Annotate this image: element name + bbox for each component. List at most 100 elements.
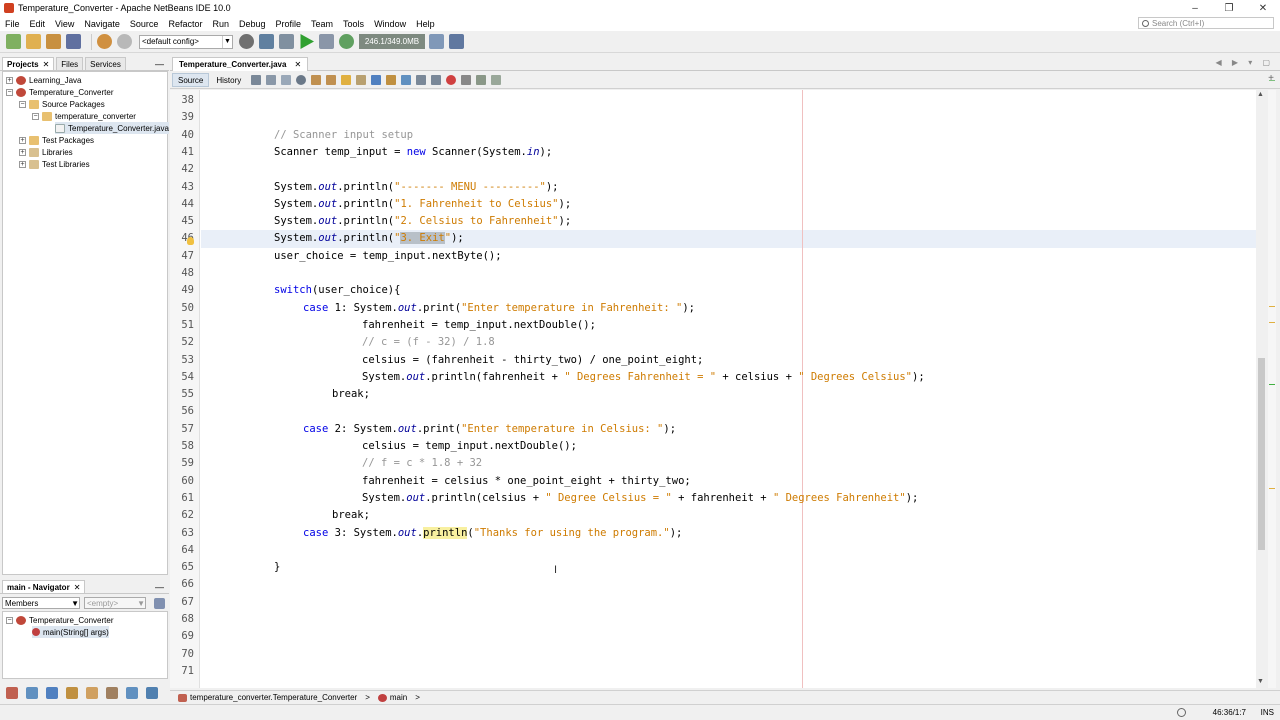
fqn-icon[interactable] bbox=[106, 687, 118, 699]
tree-item-libraries[interactable]: + Libraries bbox=[19, 146, 73, 158]
breadcrumb-method[interactable]: main bbox=[377, 693, 407, 702]
tab-navigator[interactable]: main - Navigator ✕ bbox=[2, 580, 86, 593]
menu-navigate[interactable]: Navigate bbox=[79, 19, 125, 29]
members-select[interactable]: Members ▼ bbox=[2, 597, 80, 609]
config-select[interactable]: <default config> ▼ bbox=[139, 34, 233, 49]
scroll-up-icon[interactable]: ▲ bbox=[1257, 91, 1264, 98]
breadcrumb-class[interactable]: temperature_converter.Temperature_Conver… bbox=[178, 693, 357, 702]
debug-icon[interactable] bbox=[319, 34, 334, 49]
restore-button[interactable]: ❐ bbox=[1212, 0, 1246, 16]
menu-refactor[interactable]: Refactor bbox=[163, 19, 207, 29]
order-icon[interactable] bbox=[126, 687, 138, 699]
menu-file[interactable]: File bbox=[0, 19, 25, 29]
stripe-mark[interactable] bbox=[1269, 488, 1275, 489]
menu-view[interactable]: View bbox=[50, 19, 79, 29]
prev-bookmark-icon[interactable] bbox=[371, 75, 382, 85]
fields-icon[interactable] bbox=[26, 687, 38, 699]
redo-icon[interactable] bbox=[117, 34, 132, 49]
filter-icon[interactable] bbox=[154, 597, 165, 609]
minimize-icon[interactable]: — bbox=[155, 582, 164, 592]
profiler-snapshot-icon[interactable] bbox=[449, 34, 464, 49]
close-icon[interactable]: ✕ bbox=[43, 60, 50, 69]
menu-source[interactable]: Source bbox=[125, 19, 164, 29]
sort-icon[interactable] bbox=[6, 687, 18, 699]
empty-select[interactable]: <empty> ▼ bbox=[84, 597, 146, 609]
clean-build-icon[interactable] bbox=[279, 34, 294, 49]
stripe-mark[interactable] bbox=[1269, 322, 1275, 323]
expander-icon[interactable]: + bbox=[6, 76, 13, 84]
back-icon[interactable] bbox=[266, 75, 277, 85]
tab-files[interactable]: Files bbox=[56, 57, 84, 70]
scrollbar-thumb[interactable] bbox=[1258, 358, 1265, 550]
expander-icon[interactable]: − bbox=[6, 88, 13, 96]
stripe-mark[interactable] bbox=[1269, 306, 1275, 307]
build-icon[interactable] bbox=[259, 34, 274, 49]
tab-temperature-converter-java[interactable]: Temperature_Converter.java ✕ bbox=[172, 57, 309, 71]
rectangular-selection-icon[interactable] bbox=[356, 75, 367, 85]
close-icon[interactable]: ✕ bbox=[294, 60, 301, 69]
source-view-button[interactable]: Source bbox=[172, 73, 210, 87]
forward-icon[interactable] bbox=[281, 75, 292, 85]
tree-item-learning-java[interactable]: + Learning_Java bbox=[6, 74, 81, 86]
javadoc-icon[interactable] bbox=[146, 687, 158, 699]
tree-item-temperature-converter[interactable]: − Temperature_Converter bbox=[6, 86, 113, 98]
expander-icon[interactable]: − bbox=[6, 616, 13, 624]
menu-window[interactable]: Window bbox=[369, 19, 411, 29]
lock-icon[interactable] bbox=[66, 687, 78, 699]
history-view-button[interactable]: History bbox=[211, 73, 246, 87]
menu-team[interactable]: Team bbox=[306, 19, 338, 29]
undo-icon[interactable] bbox=[97, 34, 112, 49]
stripe-mark[interactable] bbox=[1269, 80, 1275, 81]
menu-tools[interactable]: Tools bbox=[338, 19, 369, 29]
target-icon[interactable] bbox=[239, 34, 254, 49]
stripe-mark[interactable] bbox=[1269, 384, 1275, 385]
toggle-highlight-icon[interactable] bbox=[341, 75, 352, 85]
split-editor-icon[interactable]: + bbox=[1268, 73, 1274, 84]
code-editor[interactable]: 38 39 40 41 42 43 44 45 46 47 48 49 50 5… bbox=[170, 90, 1256, 688]
notifications-icon[interactable] bbox=[1177, 708, 1186, 717]
find-icon[interactable] bbox=[296, 75, 307, 85]
new-project-icon[interactable] bbox=[26, 34, 41, 49]
scroll-down-icon[interactable]: ▼ bbox=[1257, 678, 1264, 685]
open-project-icon[interactable] bbox=[46, 34, 61, 49]
stop-macro-icon[interactable] bbox=[461, 75, 472, 85]
menu-edit[interactable]: Edit bbox=[25, 19, 51, 29]
gc-icon[interactable] bbox=[429, 34, 444, 49]
shift-left-icon[interactable] bbox=[416, 75, 427, 85]
tree-item-java-file[interactable]: Temperature_Converter.java bbox=[55, 122, 169, 134]
last-edit-icon[interactable] bbox=[251, 75, 262, 85]
search-input[interactable]: Search (Ctrl+I) bbox=[1138, 17, 1274, 29]
find-next-icon[interactable] bbox=[326, 75, 337, 85]
profile-icon[interactable] bbox=[339, 34, 354, 49]
minimize-button[interactable]: – bbox=[1178, 0, 1212, 16]
expander-icon[interactable]: + bbox=[19, 148, 26, 156]
start-macro-icon[interactable] bbox=[446, 75, 457, 85]
menu-help[interactable]: Help bbox=[411, 19, 440, 29]
close-button[interactable]: ✕ bbox=[1246, 0, 1280, 16]
static-icon[interactable] bbox=[46, 687, 58, 699]
save-all-icon[interactable] bbox=[66, 34, 81, 49]
error-stripe[interactable] bbox=[1268, 80, 1276, 688]
comment-icon[interactable] bbox=[476, 75, 487, 85]
vertical-scrollbar[interactable]: ▲ ▼ bbox=[1256, 90, 1267, 688]
minimize-icon[interactable]: — bbox=[155, 59, 164, 69]
tab-services[interactable]: Services bbox=[85, 57, 126, 70]
tree-item-test-packages[interactable]: + Test Packages bbox=[19, 134, 94, 146]
memory-indicator[interactable]: 246.1/349.0MB bbox=[359, 34, 425, 49]
shift-right-icon[interactable] bbox=[431, 75, 442, 85]
new-file-icon[interactable] bbox=[6, 34, 21, 49]
close-icon[interactable]: ✕ bbox=[74, 583, 81, 592]
tab-scroll-controls[interactable]: ◀ ▶ ▾ ▢ bbox=[1215, 58, 1274, 67]
lightbulb-hint-icon[interactable] bbox=[187, 237, 194, 245]
uncomment-icon[interactable] bbox=[491, 75, 502, 85]
toggle-bookmark-icon[interactable] bbox=[401, 75, 412, 85]
expander-icon[interactable]: − bbox=[32, 112, 39, 120]
caret-position[interactable]: 46:36/1:7 bbox=[1213, 708, 1246, 717]
nav-item-class[interactable]: − Temperature_Converter bbox=[6, 614, 113, 626]
find-prev-icon[interactable] bbox=[311, 75, 322, 85]
tree-item-source-packages[interactable]: − Source Packages bbox=[19, 98, 105, 110]
next-bookmark-icon[interactable] bbox=[386, 75, 397, 85]
menu-run[interactable]: Run bbox=[207, 19, 234, 29]
menu-debug[interactable]: Debug bbox=[234, 19, 271, 29]
tab-projects[interactable]: Projects ✕ bbox=[2, 57, 55, 70]
